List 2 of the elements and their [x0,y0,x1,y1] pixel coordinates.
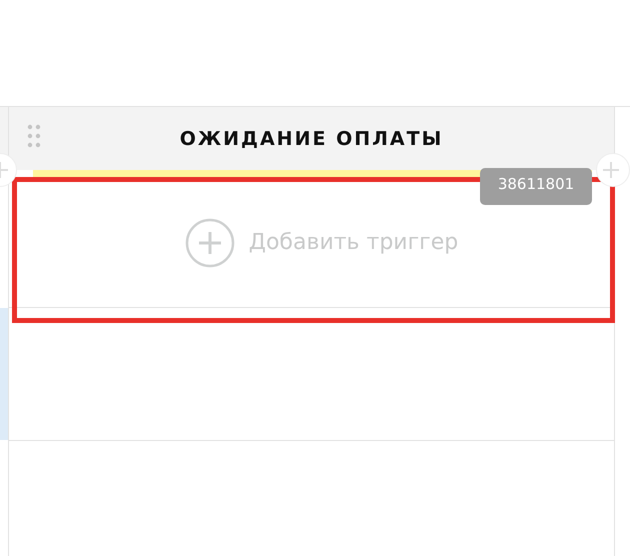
id-badge: 38611801 [480,168,592,205]
column-title: ОЖИДАНИЕ ОПЛАТЫ [180,128,444,150]
